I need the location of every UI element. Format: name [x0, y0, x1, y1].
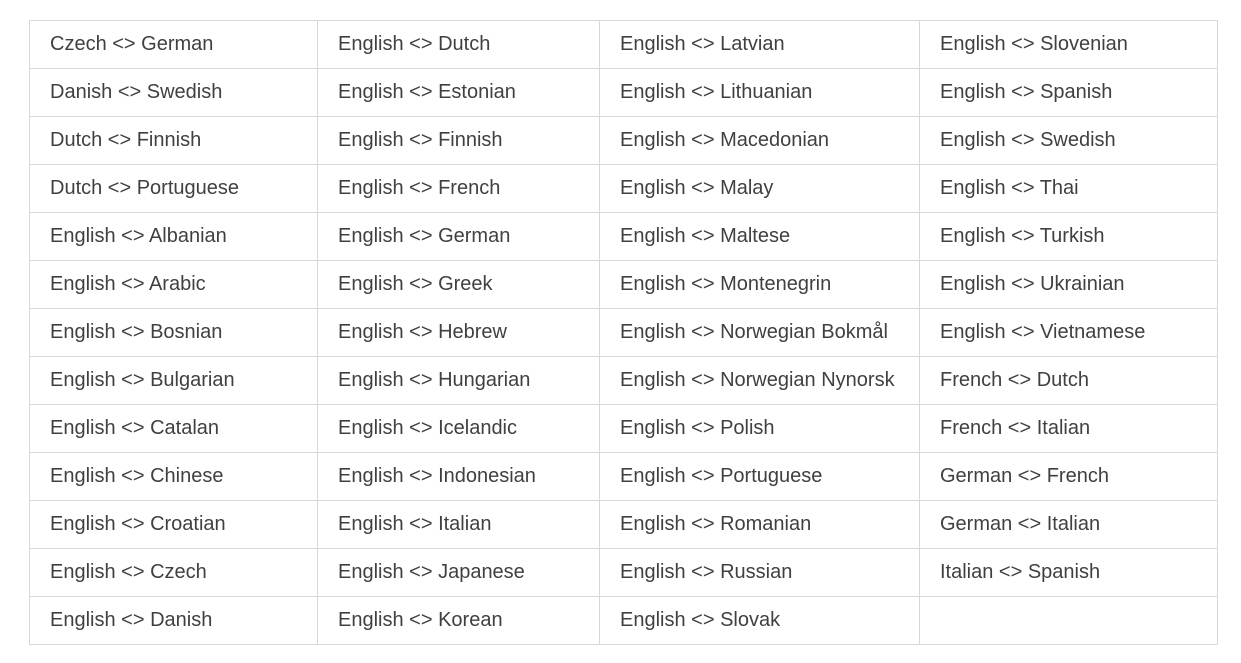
language-pair-cell: German <> Italian — [919, 500, 1218, 549]
language-pair-cell: English <> Czech — [29, 548, 318, 597]
language-pair-cell: English <> Slovenian — [919, 20, 1218, 69]
language-pair-cell: Czech <> German — [29, 20, 318, 69]
language-pair-cell: English <> Estonian — [317, 68, 600, 117]
language-pair-cell: English <> Latvian — [599, 20, 920, 69]
language-pair-cell: English <> Hungarian — [317, 356, 600, 405]
language-pair-cell: English <> Thai — [919, 164, 1218, 213]
language-pair-cell: English <> Korean — [317, 596, 600, 645]
table-row: English <> Danish English <> Korean Englis… — [29, 596, 1218, 645]
language-pair-cell: Danish <> Swedish — [29, 68, 318, 117]
language-pair-cell: English <> Hebrew — [317, 308, 600, 357]
table-row: English <> Albanian English <> German Engl… — [29, 212, 1218, 261]
language-pair-cell: English <> Polish — [599, 404, 920, 453]
language-pair-cell: English <> Bulgarian — [29, 356, 318, 405]
language-pair-cell: English <> Romanian — [599, 500, 920, 549]
table-row: Danish <> Swedish English <> Estonian Engl… — [29, 68, 1218, 117]
language-pair-cell: English <> Russian — [599, 548, 920, 597]
language-pair-cell: English <> Indonesian — [317, 452, 600, 501]
language-pair-cell: English <> Spanish — [919, 68, 1218, 117]
language-pairs-table-body: Czech <> German English <> Dutch English <… — [29, 20, 1218, 645]
language-pair-cell: English <> Lithuanian — [599, 68, 920, 117]
language-pair-cell: English <> Portuguese — [599, 452, 920, 501]
language-pair-cell: English <> Bosnian — [29, 308, 318, 357]
language-pair-cell: English <> Montenegrin — [599, 260, 920, 309]
language-pair-cell — [919, 596, 1218, 645]
language-pair-cell: English <> Maltese — [599, 212, 920, 261]
language-pair-cell: English <> Swedish — [919, 116, 1218, 165]
language-pair-cell: English <> Slovak — [599, 596, 920, 645]
language-pair-cell: English <> Dutch — [317, 20, 600, 69]
language-pair-cell: English <> Catalan — [29, 404, 318, 453]
language-pair-cell: Dutch <> Portuguese — [29, 164, 318, 213]
table-row: Dutch <> Finnish English <> Finnish Englis… — [29, 116, 1218, 165]
language-pair-cell: English <> Japanese — [317, 548, 600, 597]
language-pair-cell: French <> Dutch — [919, 356, 1218, 405]
language-pair-cell: English <> Croatian — [29, 500, 318, 549]
language-pair-cell: English <> Italian — [317, 500, 600, 549]
language-pair-cell: English <> Arabic — [29, 260, 318, 309]
language-pair-cell: English <> Chinese — [29, 452, 318, 501]
language-pair-cell: English <> German — [317, 212, 600, 261]
table-row: Dutch <> Portuguese English <> French Engl… — [29, 164, 1218, 213]
language-pair-cell: English <> Norwegian Bokmål — [599, 308, 920, 357]
table-row: English <> Chinese English <> Indonesian E… — [29, 452, 1218, 501]
language-pair-cell: English <> Vietnamese — [919, 308, 1218, 357]
language-pair-cell: French <> Italian — [919, 404, 1218, 453]
table-row: English <> Catalan English <> Icelandic En… — [29, 404, 1218, 453]
language-pair-cell: English <> Macedonian — [599, 116, 920, 165]
language-pair-cell: English <> Ukrainian — [919, 260, 1218, 309]
table-row: English <> Czech English <> Japanese Engli… — [29, 548, 1218, 597]
language-pair-cell: English <> Icelandic — [317, 404, 600, 453]
table-row: English <> Arabic English <> Greek English… — [29, 260, 1218, 309]
table-row: English <> Croatian English <> Italian Eng… — [29, 500, 1218, 549]
language-pair-cell: English <> Finnish — [317, 116, 600, 165]
language-pair-cell: English <> Norwegian Nynorsk — [599, 356, 920, 405]
language-pair-cell: English <> Greek — [317, 260, 600, 309]
table-row: Czech <> German English <> Dutch English <… — [29, 20, 1218, 69]
table-row: English <> Bulgarian English <> Hungarian… — [29, 356, 1218, 405]
language-pair-cell: English <> Albanian — [29, 212, 318, 261]
table-row: English <> Bosnian English <> Hebrew Engli… — [29, 308, 1218, 357]
language-pair-cell: Dutch <> Finnish — [29, 116, 318, 165]
language-pair-cell: English <> Turkish — [919, 212, 1218, 261]
language-pair-cell: English <> Malay — [599, 164, 920, 213]
language-pair-cell: Italian <> Spanish — [919, 548, 1218, 597]
language-pair-cell: English <> French — [317, 164, 600, 213]
language-pair-cell: English <> Danish — [29, 596, 318, 645]
language-pairs-table: Czech <> German English <> Dutch English <… — [29, 20, 1218, 645]
language-pair-cell: German <> French — [919, 452, 1218, 501]
